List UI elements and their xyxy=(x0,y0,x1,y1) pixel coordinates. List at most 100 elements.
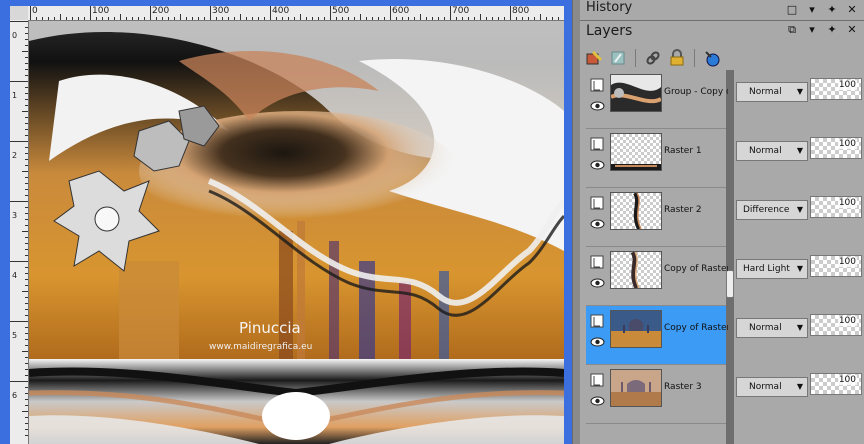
chevron-down-icon: ▼ xyxy=(796,264,803,273)
visibility-eye-icon[interactable] xyxy=(590,159,605,171)
ruler-tick xyxy=(25,177,28,178)
restore-icon[interactable]: ⧉ xyxy=(786,24,798,36)
visibility-eye-icon[interactable] xyxy=(590,336,605,348)
ruler-tick xyxy=(25,207,28,208)
blend-mode-select[interactable]: Normal ▼ xyxy=(736,318,808,338)
chevron-down-icon: ▼ xyxy=(796,205,803,214)
layer-row[interactable]: Copy of Raster 2 Hard Light ▼ 100 xyxy=(580,247,864,306)
ruler-tick xyxy=(198,17,199,20)
ruler-tick xyxy=(25,39,28,40)
chevron-down-icon: ▼ xyxy=(796,146,803,155)
lock-icon[interactable] xyxy=(667,48,687,68)
blend-mode-select[interactable]: Hard Light ▼ xyxy=(736,259,808,279)
ruler-tick xyxy=(10,141,28,142)
ruler-tick xyxy=(486,17,487,20)
layer-thumbnail xyxy=(610,192,662,230)
ruler-tick xyxy=(270,6,271,20)
dropdown-arrow-icon[interactable]: ▾ xyxy=(806,4,818,16)
ruler-tick xyxy=(534,17,535,20)
ruler-tick xyxy=(25,375,28,376)
ruler-tick xyxy=(22,411,28,412)
blend-mode-select[interactable]: Difference ▼ xyxy=(736,200,808,220)
layer-row[interactable]: Raster 3 Normal ▼ 100 xyxy=(580,365,864,424)
ruler-tick xyxy=(25,63,28,64)
ruler-tick xyxy=(25,387,28,388)
layer-thumbnail xyxy=(610,369,662,407)
opacity-field[interactable]: 100 xyxy=(810,314,862,336)
ruler-tick xyxy=(25,57,28,58)
opacity-field[interactable]: 100 xyxy=(810,196,862,218)
visibility-eye-icon[interactable] xyxy=(590,100,605,112)
ruler-label: 2 xyxy=(12,151,18,160)
layer-row[interactable]: Raster 1 Normal ▼ 100 xyxy=(580,129,864,188)
blend-mode-value: Normal xyxy=(749,146,782,156)
ruler-tick xyxy=(222,17,223,20)
opacity-field[interactable]: 100 xyxy=(810,373,862,395)
layer-thumbnail xyxy=(610,310,662,348)
ruler-tick xyxy=(360,14,361,20)
ruler-tick xyxy=(25,393,28,394)
visibility-eye-icon[interactable] xyxy=(590,277,605,289)
blend-mode-select[interactable]: Normal ▼ xyxy=(736,141,808,161)
ruler-tick xyxy=(72,17,73,20)
canvas-window-edge xyxy=(564,6,572,444)
ruler-tick xyxy=(22,111,28,112)
ruler-tick xyxy=(324,17,325,20)
pin-icon[interactable]: ✦ xyxy=(826,4,838,16)
blend-mode-select[interactable]: Normal ▼ xyxy=(736,377,808,397)
ruler-label: 200 xyxy=(152,6,170,16)
layer-mask-icon[interactable] xyxy=(590,314,604,328)
toolbar-separator xyxy=(635,49,636,67)
opacity-field[interactable]: 100 xyxy=(810,137,862,159)
ruler-tick xyxy=(498,17,499,20)
layer-mask-icon[interactable] xyxy=(590,78,604,92)
edit-selection-icon[interactable] xyxy=(584,48,604,68)
ruler-tick xyxy=(306,17,307,20)
layer-mask-icon[interactable] xyxy=(590,196,604,210)
pin-icon[interactable]: ✦ xyxy=(826,24,838,36)
ruler-tick xyxy=(282,17,283,20)
ruler-tick xyxy=(528,17,529,20)
ruler-label: 4 xyxy=(12,271,18,280)
ruler-tick xyxy=(25,93,28,94)
blend-mode-value: Normal xyxy=(749,323,782,333)
maximize-icon[interactable]: □ xyxy=(786,4,798,16)
ruler-tick xyxy=(192,17,193,20)
close-icon[interactable]: ✕ xyxy=(846,4,858,16)
ruler-tick xyxy=(25,117,28,118)
layer-mask-icon[interactable] xyxy=(590,137,604,151)
image-canvas[interactable]: Pinuccia www.maidiregrafica.eu xyxy=(29,21,564,444)
visibility-eye-icon[interactable] xyxy=(590,395,605,407)
close-icon[interactable]: ✕ xyxy=(846,24,858,36)
layer-row-selected[interactable]: Copy of Raster 3 Normal ▼ 100 xyxy=(580,306,864,365)
opacity-field[interactable]: 100 xyxy=(810,78,862,100)
visibility-eye-icon[interactable] xyxy=(590,218,605,230)
layer-mask-icon[interactable] xyxy=(590,373,604,387)
ruler-tick xyxy=(102,17,103,20)
layers-panel: Layers ⧉ ▾ ✦ ✕ Group - Copy Normal ▼ 100… xyxy=(580,21,864,444)
dropdown-arrow-icon[interactable]: ▾ xyxy=(806,24,818,36)
blend-mode-select[interactable]: Normal ▼ xyxy=(736,82,808,102)
ruler-tick xyxy=(132,17,133,20)
layer-row[interactable]: Raster 2 Difference ▼ 100 xyxy=(580,188,864,247)
ruler-tick xyxy=(25,333,28,334)
ruler-tick xyxy=(36,17,37,20)
ruler-tick xyxy=(25,249,28,250)
ruler-tick xyxy=(444,17,445,20)
ruler-tick xyxy=(42,17,43,20)
layer-thumbnail xyxy=(610,251,662,289)
opacity-field[interactable]: 100 xyxy=(810,255,862,277)
ruler-tick xyxy=(150,6,151,20)
layer-mask-icon[interactable] xyxy=(590,255,604,269)
layer-properties-icon[interactable] xyxy=(702,48,722,68)
layer-thumbnail xyxy=(610,74,662,112)
link-icon[interactable] xyxy=(643,48,663,68)
ruler-tick xyxy=(10,21,28,22)
layer-row[interactable]: Group - Copy of Raster 1 Normal ▼ 100 xyxy=(580,70,864,129)
layer-thumbnail xyxy=(610,133,662,171)
layer-name: Copy of Raster 3 xyxy=(664,323,728,333)
ruler-tick xyxy=(48,17,49,20)
copy-layer-icon[interactable] xyxy=(608,48,628,68)
ruler-label: 400 xyxy=(272,6,290,16)
ruler-tick xyxy=(546,17,547,20)
